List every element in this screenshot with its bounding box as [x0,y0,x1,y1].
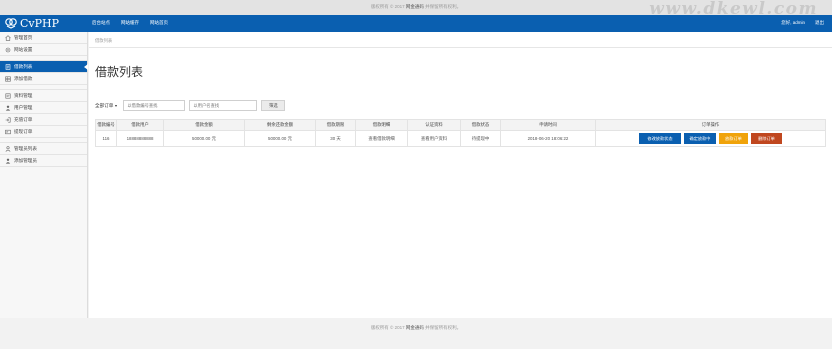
sidebar-item-loan-list[interactable]: 借款列表 [0,61,88,73]
column-header: 借款用户 [116,119,164,131]
user-icon [5,105,11,111]
column-header: 申请时间 [500,119,596,131]
column-header: 剩余还款金额 [244,119,316,131]
nav-right: 您好, admin 退出 [781,20,824,26]
sidebar-item-label: 充值订单 [14,116,33,122]
main-content: 借款列表 借款列表 全部订单 筛选 借款编号 借款用户 借款金额 剩余还款金额 … [89,32,832,318]
sidebar-item-label: 资料管理 [14,92,33,98]
sidebar-item-label: 借款列表 [14,63,33,69]
loan-term-cell: 30 天 [315,130,356,147]
logo-mark-icon [5,18,17,29]
column-header: 借款金额 [163,119,245,131]
top-copyright-suffix: 并保留所有权利。 [425,4,462,9]
loan-detail-link[interactable]: 查看借款明细 [355,130,408,147]
column-header: 借款期限 [315,119,356,131]
filter-button[interactable]: 筛选 [261,100,286,111]
modify-loan-status-button[interactable]: 修改放款状态 [639,133,681,144]
sidebar-item-label: 管理首页 [14,34,33,40]
nav-links: 后台站点 网站缓存 网站首页 [92,20,168,26]
sidebar-item-recharge-orders[interactable]: 充值订单 [0,114,87,126]
sidebar-item-add-admin[interactable]: 添加管理员 [0,155,87,167]
footer-copyright: 版权所有 © 2017 [370,325,405,330]
login-icon [5,117,11,123]
column-header: 借款明细 [355,119,408,131]
column-header: 订单操作 [595,119,826,131]
remaining-amount-cell: 50000.00 元 [244,130,316,147]
auth-materials-link[interactable]: 查看用户资料 [407,130,461,147]
username-search-input[interactable] [189,100,258,111]
sidebar-item-withdraw-orders[interactable]: 提现订单 [0,126,87,138]
gear-icon [5,47,11,53]
page-title: 借款列表 [95,65,144,79]
footer-suffix: 并保留所有权利。 [425,325,462,330]
sidebar-item-materials[interactable]: 资料管理 [0,90,87,102]
top-navbar: CvPHP 后台站点 网站缓存 网站首页 您好, admin 退出 [0,15,832,32]
order-filter-dropdown[interactable]: 全部订单 [95,102,118,109]
loan-status-cell: 待提现中 [460,130,501,147]
logo[interactable]: CvPHP [4,16,59,30]
document-icon [5,64,11,70]
table-icon [5,76,11,82]
sidebar-item-label: 添加借款 [14,75,33,81]
column-header: 认证资料 [407,119,461,131]
sidebar-item-label: 添加管理员 [14,157,37,163]
sidebar-item-label: 网站设置 [14,46,33,52]
footer-brand-link[interactable]: 网金通码 [406,325,424,330]
user-add-icon [5,158,11,164]
footer: 版权所有 © 2017 网金通码 并保留所有权利。 [0,318,832,349]
home-icon [5,35,11,41]
sidebar-item-label: 管理员列表 [14,145,37,151]
lending-order-button[interactable]: 放款订单 [719,133,748,144]
top-copyright-brand[interactable]: 网金通码 [406,4,424,9]
top-strip: 版权所有 © 2017 网金通码 并保留所有权利。 www.dkewl.com [0,0,832,19]
sidebar-item-admin-list[interactable]: 管理员列表 [0,143,87,155]
caret-down-icon [115,104,118,107]
table-header-row: 借款编号 借款用户 借款金额 剩余还款金额 借款期限 借款明细 认证资料 借款状… [95,119,826,131]
nav-link-home[interactable]: 网站首页 [150,20,168,26]
card-icon [5,129,11,135]
order-filter-label: 全部订单 [95,102,114,108]
sidebar: 管理首页 网站设置 借款列表 添加借款 资料管理 用户管理 充值订单 提现订单 … [0,32,88,318]
list-icon [5,93,11,99]
loan-id-cell: 116 [95,130,117,147]
person-outline-icon [5,146,11,152]
column-header: 借款状态 [460,119,501,131]
loan-table: 借款编号 借款用户 借款金额 剩余还款金额 借款期限 借款明细 认证资料 借款状… [95,119,826,147]
sidebar-item-add-loan[interactable]: 添加借款 [0,73,87,85]
table-row: 116 18888888888 50000.00 元 50000.00 元 30… [95,130,826,147]
nav-link-cache[interactable]: 网站缓存 [121,20,139,26]
logo-text: CvPHP [20,16,60,30]
sidebar-item-label: 用户管理 [14,104,33,110]
user-greeting: 您好, admin [781,20,805,25]
filter-bar: 全部订单 筛选 [95,100,286,111]
loan-amount-cell: 50000.00 元 [163,130,245,147]
loan-user-cell: 18888888888 [116,130,164,147]
confirm-lending-button[interactable]: 确定放款中 [684,133,716,144]
nav-link-admin-site[interactable]: 后台站点 [92,20,110,26]
sidebar-item-label: 提现订单 [14,128,33,134]
sidebar-item-users[interactable]: 用户管理 [0,102,87,114]
action-buttons: 修改放款状态 确定放款中 放款订单 删除订单 [597,133,825,144]
sidebar-item-dashboard[interactable]: 管理首页 [0,32,87,44]
top-copyright-text: 版权所有 © 2017 [370,4,405,9]
sidebar-item-settings[interactable]: 网站设置 [0,44,87,56]
delete-order-button[interactable]: 删除订单 [751,133,782,144]
actions-cell: 修改放款状态 确定放款中 放款订单 删除订单 [595,130,826,147]
order-number-search-input[interactable] [123,100,186,111]
logout-link[interactable]: 退出 [815,20,824,26]
column-header: 借款编号 [95,119,117,131]
apply-time-cell: 2018-06-20 18:06:22 [500,130,596,147]
breadcrumb: 借款列表 [89,32,832,48]
